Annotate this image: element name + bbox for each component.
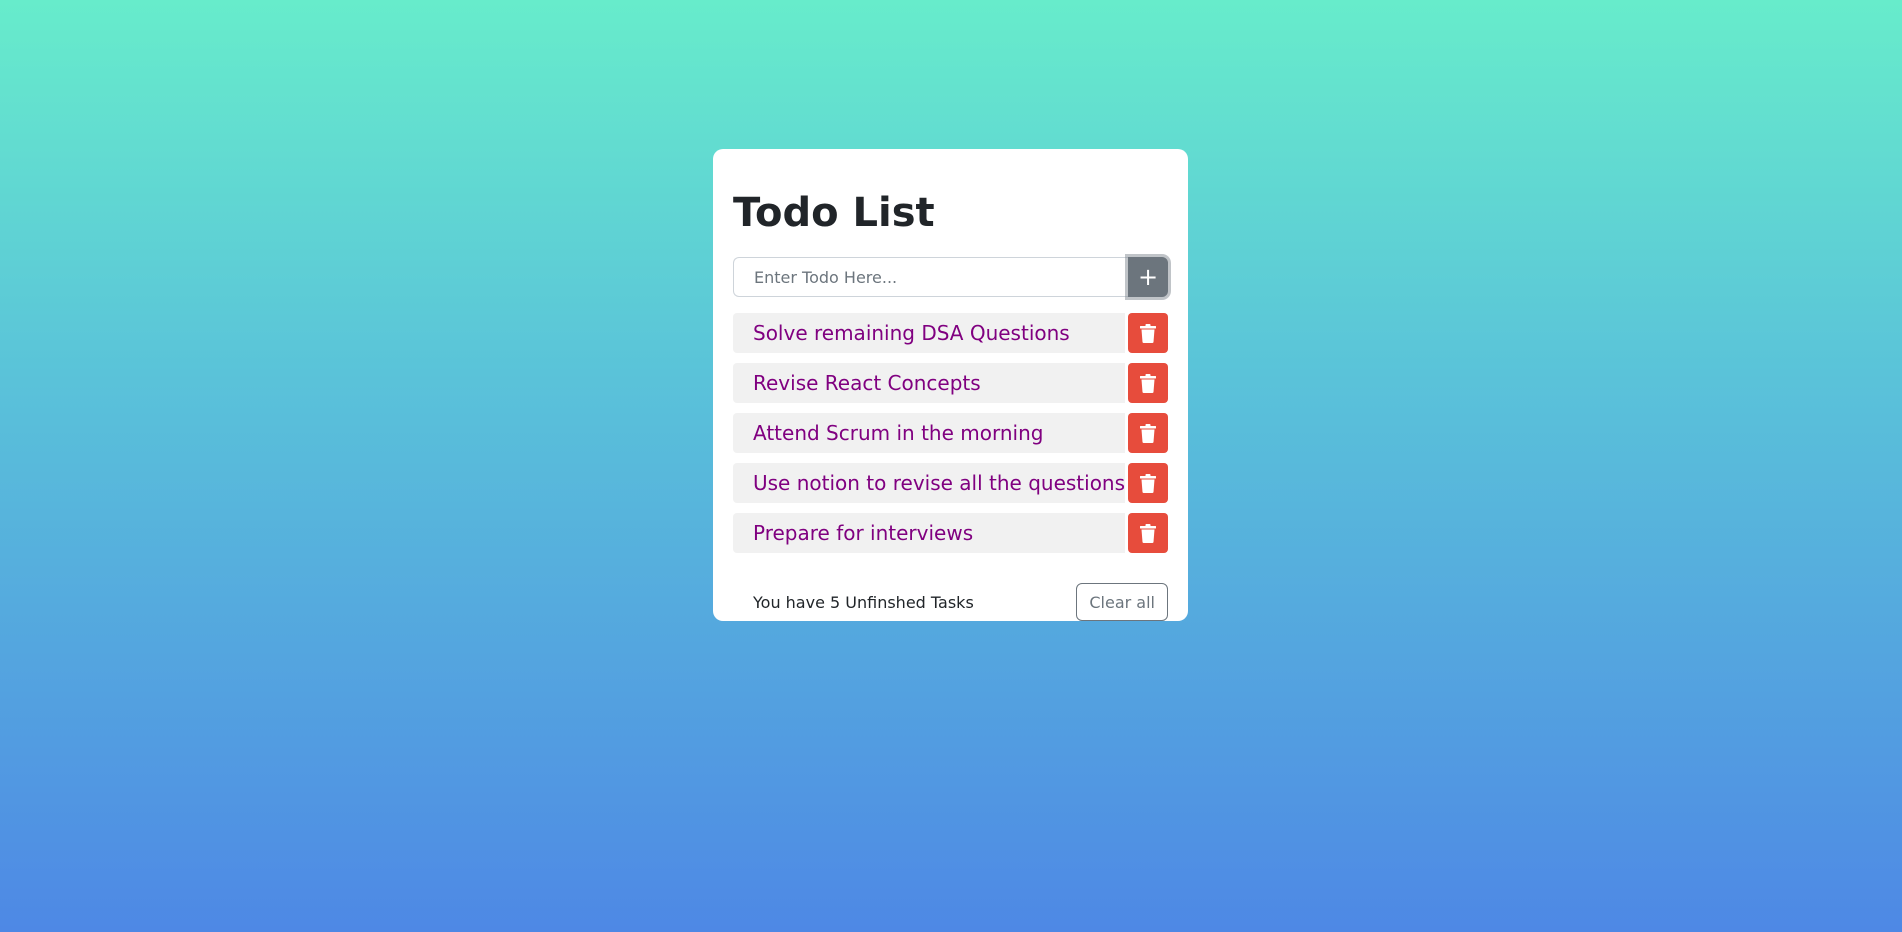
trash-icon [1140, 523, 1156, 543]
delete-todo-button[interactable] [1128, 413, 1168, 453]
delete-todo-button[interactable] [1128, 313, 1168, 353]
delete-todo-button[interactable] [1128, 463, 1168, 503]
trash-icon [1140, 473, 1156, 493]
clear-all-button[interactable]: Clear all [1076, 583, 1168, 621]
todo-input-row: + [733, 257, 1168, 297]
todo-item: Attend Scrum in the morning [733, 413, 1168, 453]
trash-icon [1140, 423, 1156, 443]
todo-item-text: Revise React Concepts [733, 363, 1125, 403]
todo-item-text: Prepare for interviews [733, 513, 1125, 553]
todo-item: Solve remaining DSA Questions [733, 313, 1168, 353]
page-title: Todo List [733, 190, 935, 236]
todo-item: Revise React Concepts [733, 363, 1168, 403]
todo-item: Use notion to revise all the questions [733, 463, 1168, 503]
trash-icon [1140, 323, 1156, 343]
todo-item-text: Solve remaining DSA Questions [733, 313, 1125, 353]
todo-footer: You have 5 Unfinshed Tasks Clear all [733, 583, 1168, 621]
delete-todo-button[interactable] [1128, 513, 1168, 553]
trash-icon [1140, 373, 1156, 393]
todo-card: Todo List + Solve remaining DSA Question… [713, 149, 1188, 621]
todo-item-text: Use notion to revise all the questions [733, 463, 1125, 503]
unfinished-count-text: You have 5 Unfinshed Tasks [753, 592, 974, 612]
add-todo-button[interactable]: + [1128, 257, 1168, 297]
todo-list: Solve remaining DSA Questions Revise Rea… [733, 313, 1168, 553]
todo-item: Prepare for interviews [733, 513, 1168, 553]
todo-input[interactable] [733, 257, 1128, 297]
delete-todo-button[interactable] [1128, 363, 1168, 403]
todo-item-text: Attend Scrum in the morning [733, 413, 1125, 453]
